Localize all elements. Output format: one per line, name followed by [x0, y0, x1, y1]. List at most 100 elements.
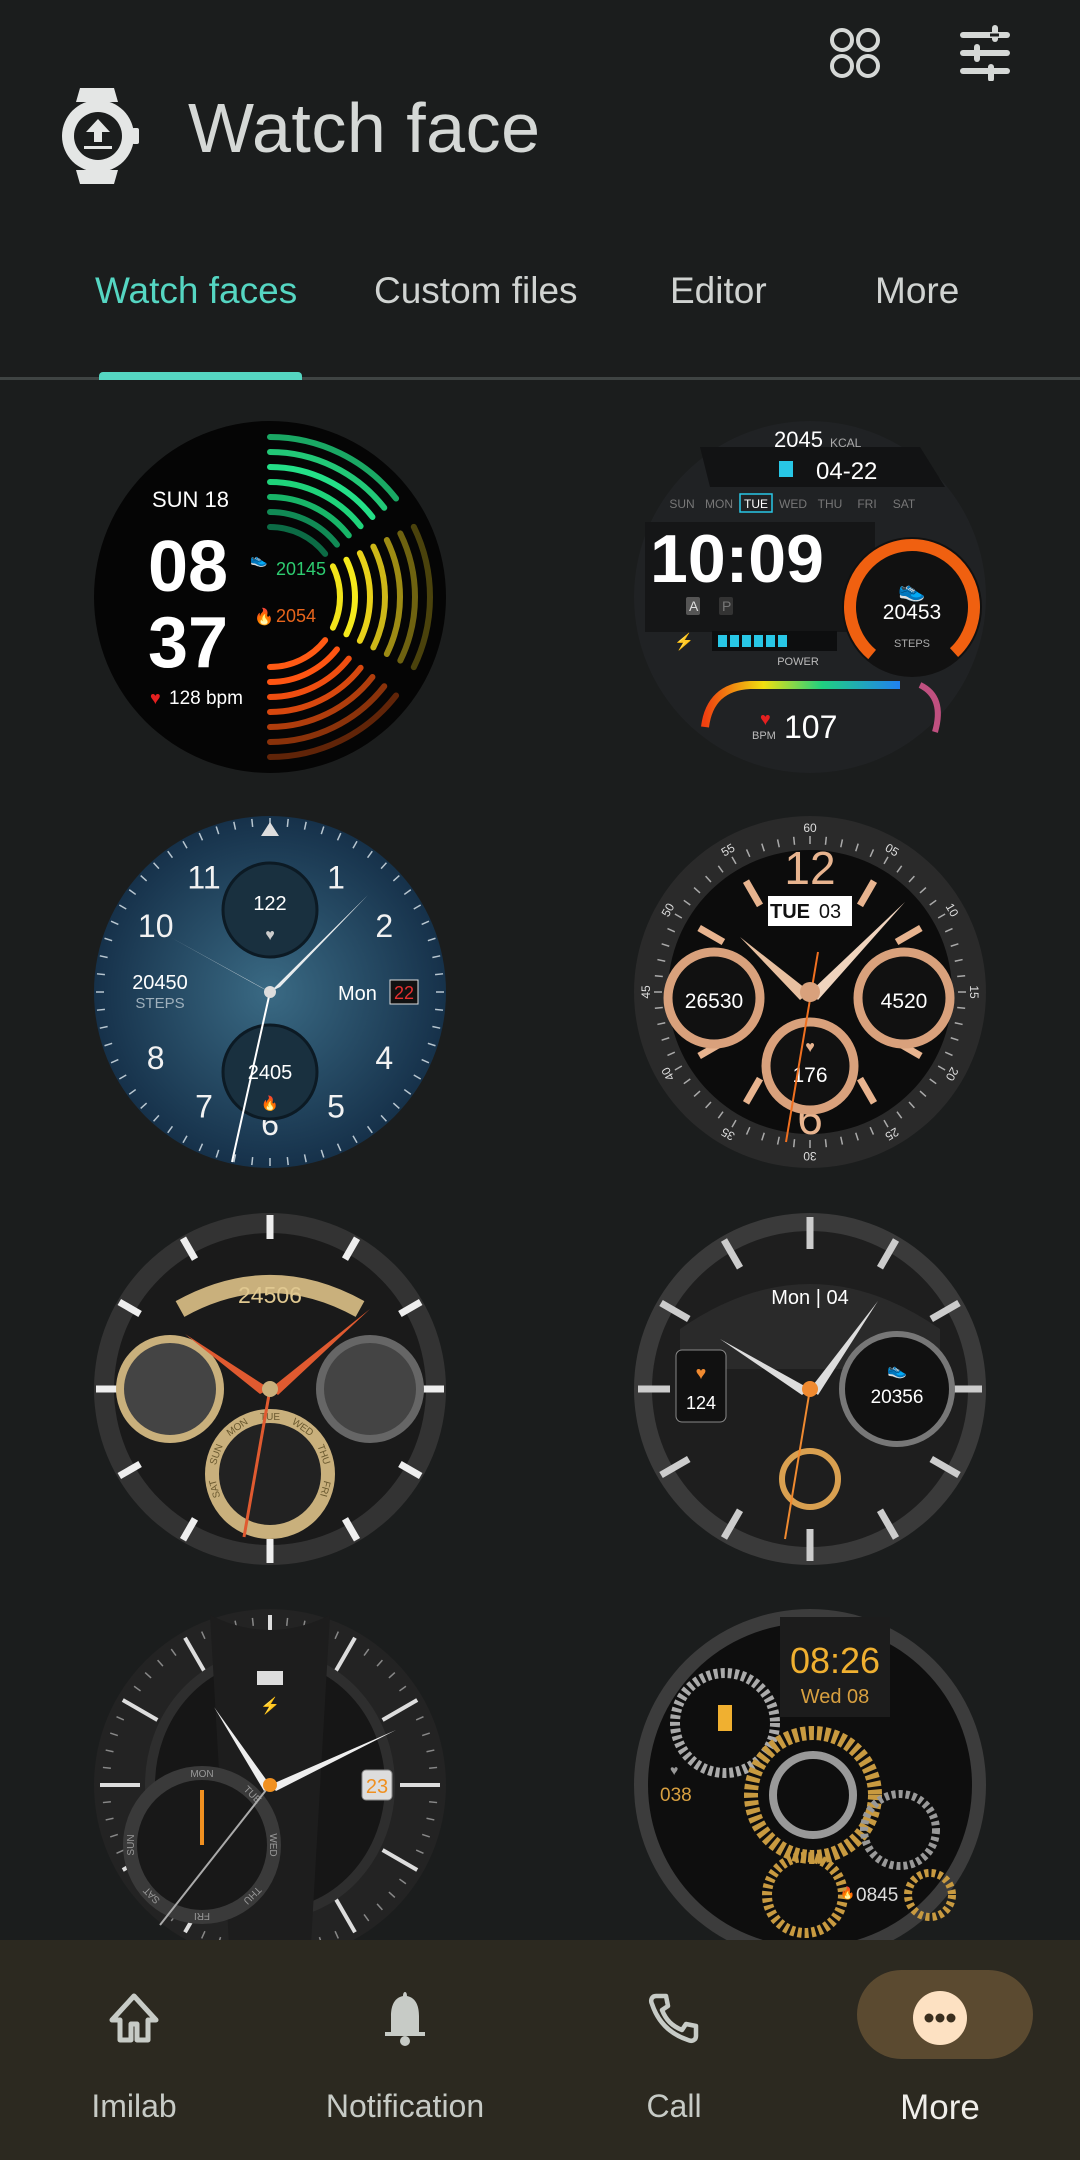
tick-mark [824, 1139, 828, 1148]
calories-text: 4520 [881, 990, 928, 1013]
tick-mark [251, 818, 254, 827]
hour-numeral: 2 [375, 908, 393, 944]
calories-text: 2045 [774, 427, 823, 452]
tick-mark [96, 1008, 105, 1011]
heart-icon: ♥ [805, 1039, 815, 1056]
heart-rate-text: 107 [784, 709, 837, 745]
steps-text: 20356 [871, 1387, 924, 1408]
bezel-numeral: 15 [967, 985, 981, 999]
weekday-label: THU [818, 497, 843, 511]
bottom-navigation: Imilab Notification Call More [0, 1940, 1080, 2160]
watch-face-card[interactable]: 1 2 4 5 6 7 8 10 11 122 ♥ 2405 🔥 20450 STEPS Mon… [94, 816, 446, 1168]
hour-numeral: 8 [147, 1040, 165, 1076]
page-title: Watch face [188, 89, 541, 167]
steps-text: 24506 [238, 1282, 302, 1308]
nav-imilab[interactable]: Imilab [14, 1940, 254, 2160]
date-text: Mon | 04 [771, 1287, 848, 1309]
tab-editor[interactable]: Editor [670, 270, 767, 312]
tab-active-indicator [99, 372, 302, 380]
nav-label: Imilab [91, 2088, 177, 2124]
watch-face-card[interactable]: Mon | 04 ♥ 124 👟 20356 [634, 1213, 986, 1565]
tick-mark [286, 1157, 289, 1166]
power-label: POWER [777, 656, 819, 668]
tick-mark [957, 974, 966, 978]
tick-mark [957, 1006, 966, 1010]
tick-mark [429, 1800, 438, 1804]
tick-mark [251, 1157, 254, 1166]
tick-mark [792, 1139, 796, 1148]
nav-more[interactable]: More [820, 1940, 1060, 2160]
numeral-12: 12 [784, 842, 835, 894]
day-text: 22 [394, 983, 414, 1003]
shoe-icon: 👟 [250, 551, 268, 568]
nav-label: More [900, 2088, 980, 2127]
watch-face-steel-orange: Mon | 04 ♥ 124 👟 20356 [634, 1213, 986, 1565]
date-text: 04-22 [816, 458, 877, 485]
heart-rate-text: 124 [686, 1393, 716, 1413]
flame-icon: 🔥 [261, 1095, 278, 1112]
heart-icon: ♥ [265, 927, 275, 944]
heart-rate-text: 128 bpm [169, 688, 243, 709]
watch-face-rose-gold-chrono: 600510152025303540455055 12 6 TUE 03 265… [634, 816, 986, 1168]
weekday-label: FRI [194, 1910, 210, 1921]
watch-face-gear-skeleton: 08:26 Wed 08 ♥ 038 🔥 0845 [634, 1609, 986, 1940]
flame-icon: 🔥 [254, 607, 274, 626]
am-indicator: A [689, 598, 699, 614]
tick-mark [102, 1800, 111, 1804]
watch-face-sport-digital: 2045 KCAL 04-22 SUN MON TUE WED THU FRI SAT 10… [634, 421, 986, 773]
tick-mark [435, 1008, 444, 1011]
bell-icon [365, 1988, 445, 2048]
weekday-label: MON [190, 1769, 213, 1780]
watch-face-card[interactable]: SUN 18 08 37 👟 20145 🔥 2054 ♥ 128 bpm [94, 421, 446, 773]
steps-label: STEPS [894, 638, 930, 650]
date-text: SUN 18 [152, 487, 229, 512]
heart-icon: ♥ [760, 709, 771, 729]
heart-icon: ♥ [670, 1762, 678, 1778]
tab-custom-files[interactable]: Custom files [374, 270, 578, 312]
bpm-label: BPM [752, 730, 776, 742]
tick-mark [251, 1617, 255, 1626]
tick-mark [286, 818, 289, 827]
steps-label: STEPS [135, 995, 184, 1012]
watch-face-gold-mechanical: 24506 SATSUNMON TUE WEDTHUFRI [94, 1213, 446, 1565]
nav-notification[interactable]: Notification [285, 1940, 525, 2160]
weekday-label: SUN [669, 497, 694, 511]
weekday-label: TUE [744, 497, 768, 511]
tick-mark [429, 1766, 438, 1770]
shoe-icon: 👟 [887, 1362, 907, 1379]
weekday-text: TUE [770, 901, 810, 923]
tab-watch-faces[interactable]: Watch faces [95, 270, 297, 312]
watch-face-card[interactable]: ⚡ 23 MON TUE WED THU FRI SAT SUN [94, 1609, 446, 1940]
watch-face-card[interactable]: 2045 KCAL 04-22 SUN MON TUE WED THU FRI SAT 10… [634, 421, 986, 773]
weekday-label: WED [267, 1833, 278, 1856]
watch-face-card[interactable]: 08:26 Wed 08 ♥ 038 🔥 0845 [634, 1609, 986, 1940]
flame-icon: 🔥 [840, 1886, 855, 1900]
nav-call[interactable]: Call [554, 1940, 794, 2160]
calories-unit: KCAL [830, 436, 862, 450]
steps-text: 26530 [685, 990, 743, 1013]
watch-face-grid[interactable]: SUN 18 08 37 👟 20145 🔥 2054 ♥ 128 bpm 20… [0, 380, 1080, 1940]
nav-label: Notification [325, 2088, 485, 2124]
hour-text: 08 [148, 527, 228, 607]
battery-icon [718, 1705, 732, 1731]
hour-numeral: 4 [375, 1040, 393, 1076]
minute-text: 37 [148, 603, 228, 683]
day-text: 23 [366, 1776, 388, 1798]
weekday-label: WED [779, 497, 807, 511]
watch-face-card[interactable]: 24506 SAT SUN MON TUE WED THU FRI [94, 1213, 446, 1565]
phone-icon [634, 1988, 714, 2048]
watch-face-card[interactable]: 60 05 10 15 20 25 30 35 40 45 50 55 12 6 TUE 03 265… [634, 816, 986, 1168]
weekday-label: FRI [857, 497, 876, 511]
grid-view-icon[interactable] [820, 18, 890, 88]
hour-numeral: 5 [327, 1088, 345, 1124]
sliders-icon[interactable] [950, 18, 1020, 88]
tab-more[interactable]: More [875, 270, 959, 312]
weekday-label: SAT [893, 497, 916, 511]
steps-text: 20453 [883, 601, 941, 624]
watch-face-black-minimal: ⚡ 23 MONTUEWEDTHUFRISATSUN [94, 1609, 446, 1940]
steps-text: 20450 [132, 972, 188, 994]
weekday-text: Mon [338, 983, 377, 1005]
tick-mark [435, 973, 444, 976]
hour-numeral: 7 [195, 1088, 213, 1124]
hour-numeral: 1 [327, 860, 345, 896]
